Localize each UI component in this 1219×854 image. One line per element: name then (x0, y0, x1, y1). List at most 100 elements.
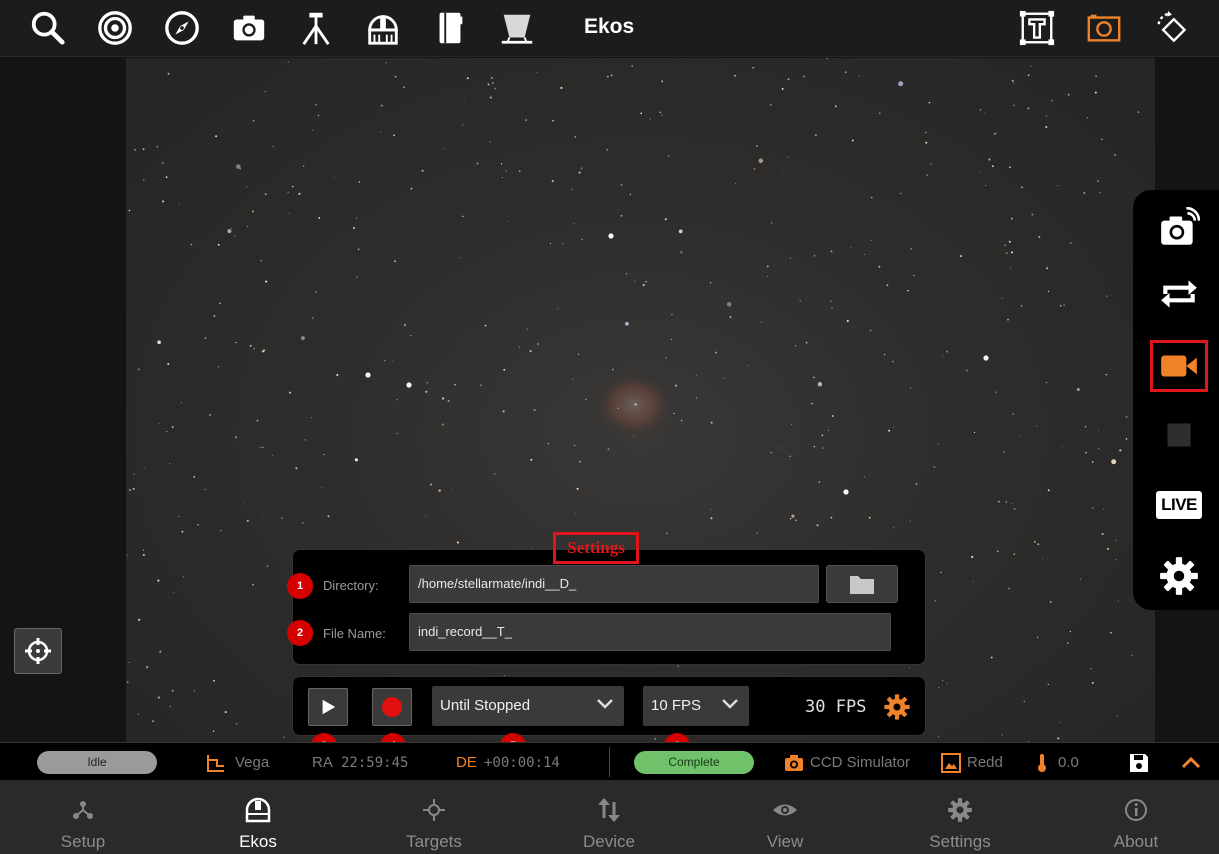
star (462, 215, 464, 218)
star (664, 218, 667, 221)
compass-icon[interactable] (160, 6, 204, 50)
fps-select[interactable]: 10 FPS (643, 686, 749, 726)
star (821, 434, 824, 437)
star (1008, 587, 1010, 590)
star (760, 321, 762, 323)
star (576, 487, 579, 490)
star (224, 711, 227, 714)
star (909, 387, 912, 389)
star (1098, 429, 1100, 431)
star (766, 265, 769, 268)
browse-folder-button[interactable] (826, 565, 898, 603)
crosshair-button[interactable] (14, 628, 62, 674)
star (533, 409, 536, 412)
camera-frame-icon[interactable] (1082, 6, 1126, 50)
star (946, 350, 948, 353)
star (251, 210, 254, 213)
capture-toolbar: LIVE (1133, 190, 1219, 610)
record-button[interactable] (372, 688, 412, 726)
nav-device[interactable]: Device (549, 780, 669, 854)
star (138, 618, 141, 621)
play-button[interactable] (308, 688, 348, 726)
directory-field[interactable]: /home/stellarmate/indi__D_ (409, 565, 819, 603)
observatory-icon[interactable] (361, 6, 405, 50)
star (1094, 91, 1097, 94)
status-divider (609, 747, 610, 777)
settings-gear-icon[interactable] (1153, 552, 1205, 600)
star (734, 74, 736, 77)
nav-settings[interactable]: Settings (900, 780, 1020, 854)
video-record-icon[interactable] (1150, 340, 1208, 392)
star (659, 111, 662, 114)
star (985, 184, 987, 186)
star (998, 500, 1000, 503)
repeat-icon[interactable] (1153, 270, 1205, 318)
fps-settings-gear-icon[interactable] (883, 693, 911, 721)
star (573, 444, 576, 447)
star (239, 168, 241, 170)
star (262, 349, 266, 352)
star (1045, 115, 1047, 117)
star (549, 243, 552, 245)
tripod-icon[interactable] (294, 6, 338, 50)
star (817, 381, 823, 387)
notebook-icon[interactable] (428, 6, 472, 50)
star (930, 163, 932, 165)
star (781, 173, 783, 175)
star (356, 217, 358, 219)
star (271, 454, 273, 456)
target-icon[interactable] (93, 6, 137, 50)
star (178, 202, 180, 205)
star (161, 162, 164, 164)
duration-select[interactable]: Until Stopped (432, 686, 624, 726)
star (1092, 507, 1094, 509)
star (913, 274, 915, 277)
star (289, 391, 292, 394)
star (787, 78, 790, 81)
nav-about[interactable]: About (1076, 780, 1196, 854)
star (525, 119, 527, 121)
star (252, 119, 255, 122)
search-icon[interactable] (26, 6, 70, 50)
filename-field[interactable]: indi_record__T_ (409, 613, 891, 651)
camera-icon[interactable] (227, 6, 271, 50)
star (526, 328, 529, 330)
star (494, 473, 496, 475)
flat-field-icon[interactable] (495, 6, 539, 50)
star (204, 488, 206, 491)
stop-icon[interactable] (1153, 411, 1205, 459)
live-icon[interactable]: LIVE (1156, 491, 1202, 519)
star (171, 426, 174, 428)
star (394, 75, 397, 78)
star (298, 192, 301, 195)
star (262, 513, 264, 515)
star (830, 300, 832, 302)
star (580, 167, 583, 170)
star (1076, 387, 1080, 392)
star (984, 112, 986, 114)
targets-icon (423, 799, 445, 821)
nav-setup[interactable]: Setup (23, 780, 143, 854)
folder-icon (850, 576, 874, 594)
star (144, 466, 146, 468)
camera-capture-icon[interactable] (1153, 204, 1205, 252)
star (572, 378, 574, 380)
text-frame-icon[interactable] (1015, 6, 1059, 50)
nav-ekos[interactable]: Ekos (198, 780, 318, 854)
star (231, 227, 232, 229)
star (787, 156, 789, 158)
chevron-up-icon[interactable] (1180, 752, 1202, 774)
star (1067, 93, 1070, 96)
nav-view[interactable]: View (725, 780, 845, 854)
nav-targets[interactable]: Targets (374, 780, 494, 854)
star (1047, 683, 1049, 686)
star (620, 184, 623, 186)
nav-label: Device (583, 832, 635, 851)
star (1125, 415, 1128, 418)
save-icon[interactable] (1128, 752, 1150, 774)
star (396, 432, 398, 435)
rotate-icon[interactable] (1149, 6, 1193, 50)
star (626, 273, 628, 275)
star (1110, 631, 1112, 634)
star (813, 255, 816, 257)
